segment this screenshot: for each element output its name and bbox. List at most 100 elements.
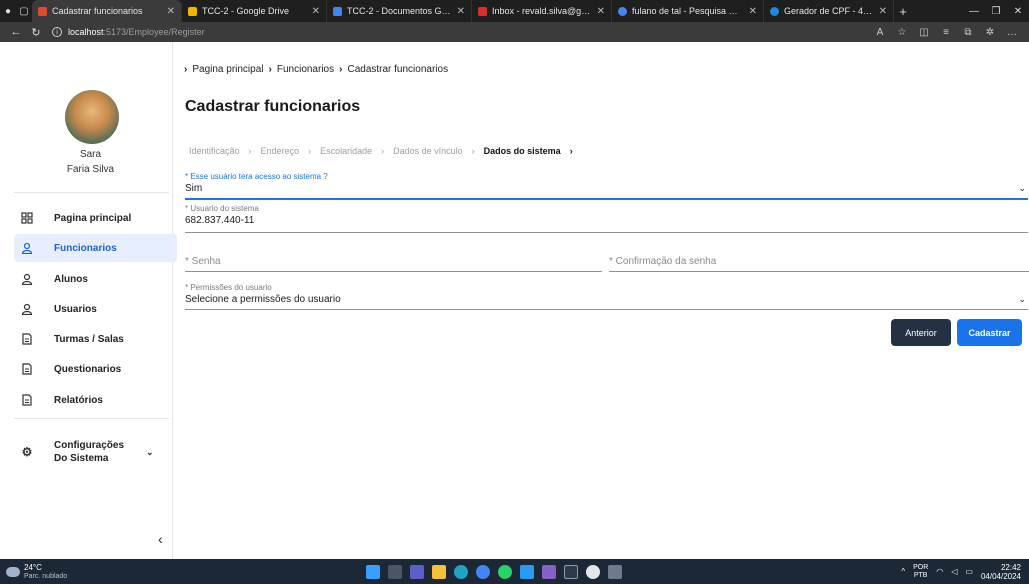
lang-top: POR	[913, 563, 929, 571]
site-info-icon[interactable]: i	[52, 27, 62, 37]
gmail-icon	[478, 6, 487, 16]
breadcrumb-item[interactable]: Pagina principal	[192, 64, 263, 75]
tab-title: TCC-2 - Documentos Google	[347, 6, 451, 16]
breadcrumb-item[interactable]: Funcionarios	[277, 64, 334, 75]
url-path: :5173/Employee/Register	[103, 27, 205, 37]
favorites-icon[interactable]: ≡	[935, 27, 957, 38]
password-field[interactable]: * Senha	[185, 256, 602, 272]
close-tab-icon[interactable]: ✕	[749, 6, 757, 17]
wifi-icon[interactable]: ◠	[936, 567, 943, 576]
folder-icon[interactable]	[432, 564, 446, 579]
chevron-up-icon[interactable]: ^	[901, 567, 905, 576]
visual-studio-icon[interactable]	[542, 564, 556, 579]
back-icon[interactable]: ←	[6, 26, 26, 38]
browser-tab[interactable]: Gerador de CPF - 4Devs ✕	[764, 0, 894, 22]
close-tab-icon[interactable]: ✕	[457, 6, 465, 17]
access-select[interactable]: * Esse usuário tera acesso ao sistema ? …	[185, 172, 1028, 200]
sidebar: Sara Faria Silva Pagina principal Funcio…	[8, 42, 177, 559]
browser-tab[interactable]: TCC-2 - Google Drive ✕	[182, 0, 327, 22]
username-value: 682.837.440-11	[185, 215, 255, 226]
field-underline	[185, 271, 602, 272]
browser-tab[interactable]: Inbox - revald.silva@gmail.com ✕	[472, 0, 612, 22]
chrome-icon[interactable]	[476, 564, 490, 579]
terminal-icon[interactable]	[564, 564, 578, 579]
sidebar-item-alunos[interactable]: Alunos	[14, 265, 177, 293]
chevron-right-icon: ›	[569, 146, 573, 156]
collections-icon[interactable]: ⧉	[957, 27, 979, 38]
browser-tab[interactable]: Cadastrar funcionarios ✕	[32, 0, 182, 22]
extensions-icon[interactable]: ✲	[979, 27, 1001, 38]
access-label: * Esse usuário tera acesso ao sistema ?	[185, 172, 328, 181]
reload-icon[interactable]: ↻	[26, 26, 46, 39]
read-aloud-icon[interactable]: A	[869, 27, 891, 38]
access-value: Sim	[185, 183, 203, 194]
sidebar-item-label: Funcionarios	[54, 242, 117, 254]
new-tab-icon[interactable]: +	[894, 4, 912, 19]
main-content: › Pagina principal › Funcionarios › Cada…	[176, 42, 1029, 559]
tab-title: Inbox - revald.silva@gmail.com	[492, 6, 591, 16]
sidebar-item-usuarios[interactable]: Usuarios	[14, 295, 177, 323]
lang-bottom: PTB	[913, 571, 928, 579]
step-dados-vinculo[interactable]: Dados de vínculo	[393, 146, 463, 156]
browser-tab[interactable]: fulano de tal - Pesquisa Google ✕	[612, 0, 764, 22]
settings-icon[interactable]	[608, 564, 622, 579]
browser-tab-strip: ● ▢ Cadastrar funcionarios ✕ TCC-2 - Goo…	[0, 0, 1029, 22]
restore-icon[interactable]: ❐	[985, 6, 1007, 17]
favorite-star-icon[interactable]: ☆	[891, 27, 913, 38]
submit-button[interactable]: Cadastrar	[957, 319, 1022, 346]
minimize-icon[interactable]: —	[963, 6, 985, 17]
chevron-right-icon: ›	[339, 64, 343, 75]
sidebar-item-turmas-salas[interactable]: Turmas / Salas	[14, 325, 177, 353]
step-dados-sistema[interactable]: Dados do sistema	[484, 146, 561, 156]
confirm-password-field[interactable]: * Confirmação da senha	[609, 256, 1029, 272]
tab-actions-icon[interactable]: ▢	[16, 0, 32, 22]
chevron-right-icon: ›	[381, 146, 385, 156]
username-field[interactable]: * Usuario do sistema 682.837.440-11	[185, 204, 1028, 233]
step-endereco[interactable]: Endereço	[261, 146, 300, 156]
profile-icon[interactable]: ●	[0, 0, 16, 22]
collapse-sidebar-icon[interactable]: ‹	[158, 531, 163, 547]
teams-icon[interactable]	[410, 564, 424, 579]
language-indicator[interactable]: POR PTB	[913, 564, 928, 580]
split-screen-icon[interactable]: ◫	[913, 27, 935, 38]
sidebar-divider	[14, 192, 169, 193]
vscode-icon[interactable]	[520, 564, 534, 579]
weather-widget[interactable]: 24°C Parc. nublado	[6, 563, 86, 581]
weather-condition: Parc. nublado	[24, 572, 68, 580]
sidebar-item-funcionarios[interactable]: Funcionarios	[14, 234, 177, 262]
edge-icon[interactable]	[454, 564, 468, 579]
close-tab-icon[interactable]: ✕	[167, 6, 175, 17]
clock[interactable]: 22:42 04/04/2024	[981, 563, 1021, 581]
previous-button[interactable]: Anterior	[891, 319, 951, 346]
close-tab-icon[interactable]: ✕	[597, 6, 605, 17]
password-placeholder: * Senha	[185, 256, 221, 267]
field-underline	[185, 309, 1028, 310]
permissions-select[interactable]: * Permissões do usuario Selecione a perm…	[185, 283, 1028, 310]
user-icon	[20, 302, 34, 316]
sidebar-item-relatorios[interactable]: Relatórios	[14, 386, 177, 414]
more-menu-icon[interactable]: …	[1001, 27, 1023, 38]
sidebar-item-questionarios[interactable]: Questionarios	[14, 355, 177, 383]
whatsapp-icon[interactable]	[498, 564, 512, 579]
close-tab-icon[interactable]: ✕	[879, 6, 887, 17]
sidebar-item-pagina-principal[interactable]: Pagina principal	[14, 204, 177, 232]
step-identificacao[interactable]: Identificação	[189, 146, 240, 156]
battery-icon[interactable]: ▭	[965, 567, 973, 576]
close-tab-icon[interactable]: ✕	[312, 6, 320, 17]
field-underline	[609, 271, 1029, 272]
windows-icon[interactable]	[366, 564, 380, 579]
github-icon[interactable]	[586, 564, 600, 579]
browser-tab[interactable]: TCC-2 - Documentos Google ✕	[327, 0, 472, 22]
sidebar-item-label: Turmas / Salas	[54, 333, 124, 345]
search-icon[interactable]	[388, 564, 402, 579]
step-escolaridade[interactable]: Escolaridade	[320, 146, 372, 156]
user-icon	[20, 272, 34, 286]
sidebar-item-configuracoes[interactable]: ⚙ Configurações Do Sistema ⌄	[14, 432, 177, 472]
4devs-icon	[770, 6, 779, 16]
close-window-icon[interactable]: ✕	[1007, 6, 1029, 17]
permissions-label: * Permissões do usuario	[185, 283, 272, 292]
app-favicon-icon	[38, 6, 47, 16]
url-field[interactable]: i localhost:5173/Employee/Register	[46, 24, 869, 40]
docs-icon	[333, 6, 342, 16]
volume-icon[interactable]: ◁	[951, 567, 957, 576]
